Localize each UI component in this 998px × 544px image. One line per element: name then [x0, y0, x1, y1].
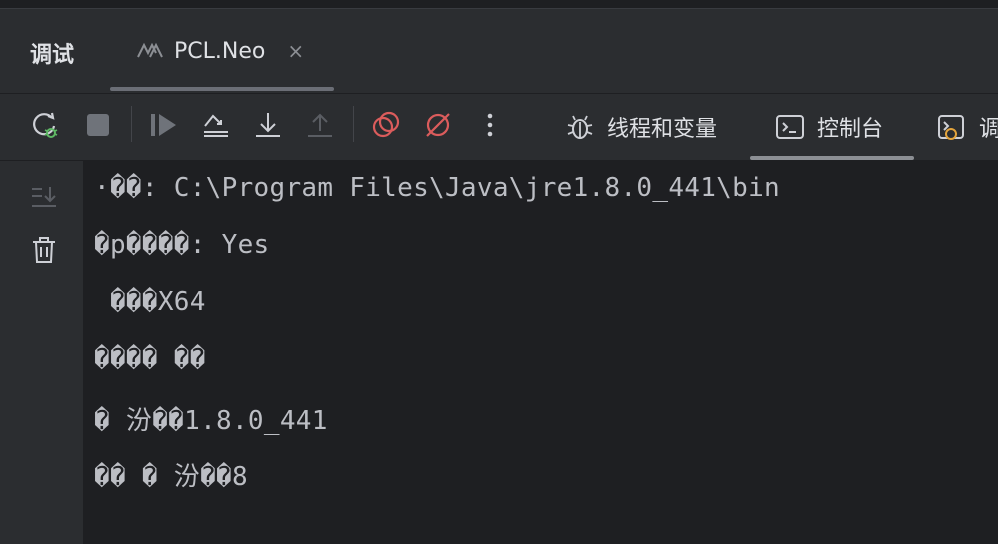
console-side-toolbar — [0, 161, 84, 544]
tab-pcl-neo[interactable]: PCL.Neo × — [136, 33, 304, 69]
tab-label: 线程和变量 — [607, 117, 718, 142]
clear-all-icon[interactable] — [28, 234, 60, 266]
console-line: ���� �� — [94, 344, 206, 374]
tab-label: PCL.Neo — [174, 38, 266, 64]
scroll-to-end-icon[interactable] — [28, 181, 60, 213]
tab-selected-indicator — [110, 87, 334, 91]
view-breakpoints-icon[interactable] — [371, 110, 401, 140]
step-out-icon[interactable] — [305, 110, 335, 140]
debug-console-icon — [938, 115, 964, 140]
tab-label: 调 — [979, 117, 998, 142]
console-icon — [776, 115, 804, 139]
toolbar-separator — [353, 106, 354, 142]
tab-debug-console[interactable]: 调 — [937, 110, 998, 144]
console-line: ·��: C:\Program Files\Java\jre1.8.0_441\… — [94, 173, 780, 203]
tab-threads-variables[interactable]: 线程和变量 — [565, 110, 717, 144]
close-tab-icon[interactable]: × — [287, 41, 304, 61]
window-top-border — [0, 0, 998, 8]
console-line: � 汾��1.8.0_441 — [94, 406, 328, 436]
stop-icon[interactable] — [83, 110, 113, 140]
bug-icon — [567, 115, 593, 139]
step-into-icon[interactable] — [253, 110, 283, 140]
panel-title: 调试 — [30, 43, 75, 68]
tab-console[interactable]: 控制台 — [775, 110, 883, 144]
console-line: �p����: Yes — [94, 230, 270, 260]
console-line: �� � 汾��8 — [94, 462, 248, 492]
debug-tool-window-header: 调试 PCL.Neo × — [0, 9, 998, 93]
tab-label: 控制台 — [817, 117, 884, 142]
resume-icon[interactable] — [148, 110, 178, 140]
step-over-icon[interactable] — [201, 110, 231, 140]
console-line: ���X64 — [94, 287, 206, 317]
debug-toolbar: 线程和变量 控制台 调 — [0, 94, 998, 160]
console-output[interactable]: ·��: C:\Program Files\Java\jre1.8.0_441\… — [84, 161, 998, 544]
more-options-icon[interactable] — [475, 110, 505, 140]
toolbar-separator — [131, 106, 132, 142]
mute-breakpoints-icon[interactable] — [423, 110, 453, 140]
run-config-icon — [137, 42, 163, 58]
rerun-debug-icon[interactable] — [30, 110, 60, 140]
